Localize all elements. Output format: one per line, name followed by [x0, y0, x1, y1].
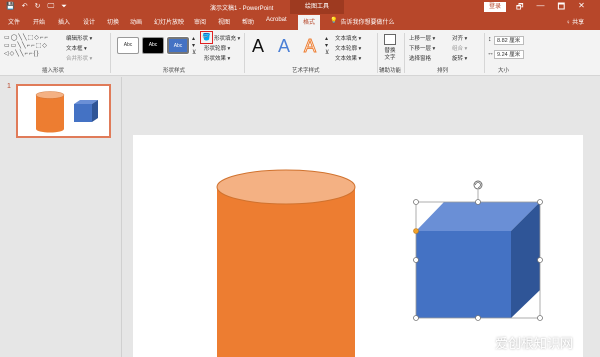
login-button[interactable]: 登录 — [484, 2, 506, 12]
minimize-icon[interactable]: — — [537, 1, 545, 15]
tab-home[interactable]: 开始 — [33, 17, 45, 26]
slide-canvas[interactable] — [133, 135, 583, 357]
title-bar: 💾 ↶ ↻ 🖵 ⏷ 演示文稿1 - PowerPoint 绘图工具 登录 🗗 —… — [0, 0, 600, 14]
slide-thumbnail[interactable] — [16, 84, 111, 138]
edit-shape-button[interactable]: 编辑形状 ▾ — [66, 34, 92, 42]
send-backward-button[interactable]: 下移一层 ▾ — [409, 44, 435, 52]
shape-style-preset-black[interactable]: Abc — [142, 37, 164, 54]
group-divider — [404, 33, 405, 73]
align-button[interactable]: 对齐 ▾ — [452, 34, 467, 42]
shape-outline-button[interactable]: 形状轮廓 ▾ — [204, 44, 230, 52]
blue-cube-shape[interactable] — [416, 202, 540, 318]
group-divider — [244, 33, 245, 73]
width-icon: ↔ — [487, 50, 494, 57]
wordart-style-orange-outline[interactable]: A — [303, 36, 316, 57]
ribbon-format: ▭◯╲╲⬚◇⌐⌐ ▭▭╲╲⌐⌐⬚◇ ◁◇╲╲⌐⌐{} 编辑形状 ▾ 文本框 ▾ … — [0, 30, 600, 76]
height-icon: ↕ — [488, 36, 492, 43]
size-group-label: 大小 — [498, 68, 510, 74]
tab-insert[interactable]: 插入 — [58, 17, 70, 26]
text-outline-button[interactable]: 文本轮廓 ▾ — [335, 44, 361, 52]
present-icon[interactable]: 🖵 — [47, 2, 54, 11]
tab-transitions[interactable]: 切换 — [107, 17, 119, 26]
tell-me-search[interactable]: 💡 告诉我你想要做什么 — [330, 17, 395, 26]
maximize-icon[interactable]: 🗖 — [558, 1, 566, 15]
wordart-style-blue[interactable]: A — [278, 36, 290, 57]
wordart-style-black[interactable]: A — [252, 36, 264, 57]
group-divider — [377, 33, 378, 73]
rotate-button[interactable]: 旋转 ▾ — [452, 54, 467, 62]
slide-thumbnail-preview — [35, 91, 98, 133]
tab-animations[interactable]: 动画 — [130, 17, 142, 26]
shape-height-input[interactable]: 8.82 厘米 — [494, 36, 524, 45]
tab-acrobat[interactable]: Acrobat — [266, 17, 287, 23]
text-fill-button[interactable]: 文本填充 ▾ — [335, 34, 361, 42]
ribbon-display-icon[interactable]: 🗗 — [516, 1, 524, 15]
tab-review[interactable]: 审阅 — [194, 17, 206, 26]
adjustment-handle[interactable] — [413, 228, 419, 234]
watermark-text: 爱创根知识网 — [495, 336, 574, 351]
shape-gallery[interactable]: ▭◯╲╲⬚◇⌐⌐ ▭▭╲╲⌐⌐⬚◇ ◁◇╲╲⌐⌐{} — [4, 34, 62, 58]
tab-format[interactable]: 格式 — [298, 15, 321, 30]
redo-icon[interactable]: ↻ — [35, 2, 41, 11]
contextual-tools-label: 绘图工具 — [290, 0, 344, 14]
customize-qat-icon[interactable]: ⏷ — [61, 2, 67, 11]
accessibility-group-label: 辅助功能 — [379, 68, 402, 74]
slide-number: 1 — [7, 83, 11, 90]
ribbon-tabs: 文件 开始 插入 设计 切换 动画 幻灯片放映 审阅 视图 帮助 Acrobat… — [0, 14, 600, 30]
shape-style-preset-blue[interactable]: Abc — [166, 36, 190, 55]
save-icon[interactable]: 💾 — [6, 2, 15, 11]
tell-me-text: 告诉我你想要做什么 — [340, 20, 395, 26]
group-divider — [110, 33, 111, 73]
merge-shapes-button[interactable]: 合并形状 ▾ — [66, 54, 92, 62]
selection-pane-button[interactable]: 选择窗格 — [409, 54, 431, 62]
lightbulb-icon: 💡 — [330, 18, 338, 24]
text-box-button[interactable]: 文本框 ▾ — [66, 44, 87, 52]
text-effects-button[interactable]: 文本效果 ▾ — [335, 54, 361, 62]
bring-forward-button[interactable]: 上移一层 ▾ — [409, 34, 435, 42]
rotate-handle-icon[interactable] — [473, 180, 483, 190]
wordart-scroll-icon[interactable]: ▴ ▾ ⊻ — [325, 36, 329, 57]
close-icon[interactable]: ✕ — [578, 1, 585, 15]
quick-access-toolbar: 💾 ↶ ↻ 🖵 ⏷ — [6, 2, 67, 11]
thumb-cube — [74, 100, 98, 122]
shape-effects-button[interactable]: 形状效果 ▾ — [204, 54, 230, 62]
alt-text-button[interactable]: 替换文字 — [382, 48, 398, 62]
slide-shapes — [216, 169, 543, 357]
tab-slideshow[interactable]: 幻灯片放映 — [154, 17, 184, 26]
tab-view[interactable]: 视图 — [218, 17, 230, 26]
shape-fill-button[interactable]: 形状填充 ▾ — [214, 34, 240, 42]
shape-styles-group-label: 形状样式 — [163, 68, 186, 74]
thumb-cylinder — [35, 91, 65, 133]
arrange-group-label: 排列 — [437, 68, 449, 74]
window-controls: 🗗 — 🗖 ✕ — [516, 1, 585, 15]
insert-shapes-group-label: 插入形状 — [42, 68, 65, 74]
tab-design[interactable]: 设计 — [83, 17, 95, 26]
paint-bucket-icon[interactable]: 🪣 — [202, 33, 211, 41]
document-title: 演示文稿1 - PowerPoint — [210, 6, 274, 12]
tab-file[interactable]: 文件 — [8, 17, 20, 26]
share-button[interactable]: ♀ 共享 — [566, 17, 584, 26]
tab-help[interactable]: 帮助 — [242, 17, 254, 26]
undo-icon[interactable]: ↶ — [22, 2, 28, 11]
wordart-group-label: 艺术字样式 — [292, 68, 320, 74]
alt-text-icon[interactable] — [384, 34, 396, 45]
shape-width-input[interactable]: 9.24 厘米 — [494, 50, 524, 59]
gallery-scroll-icon[interactable]: ▴ ▾ ⊻ — [192, 36, 196, 57]
shape-style-preset-white[interactable]: Abc — [117, 37, 139, 54]
orange-cylinder-shape[interactable] — [216, 169, 356, 357]
group-button[interactable]: 组合 ▾ — [452, 44, 467, 52]
group-divider — [484, 33, 485, 73]
